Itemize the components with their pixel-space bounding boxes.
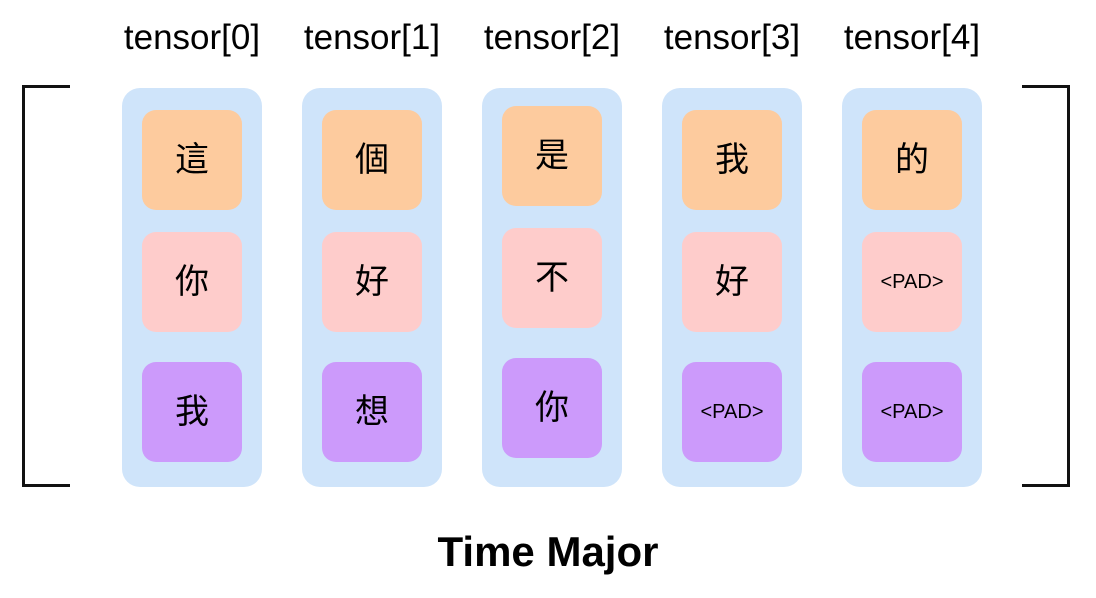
tensor-column-2: 是 不 你	[482, 88, 622, 487]
token-text: 這	[175, 140, 209, 180]
token-text: 你	[175, 262, 209, 302]
token-text: 的	[895, 140, 929, 180]
token-cell: 你	[502, 358, 602, 458]
column-label-3: tensor[3]	[663, 18, 801, 57]
token-cell: 個	[322, 110, 422, 210]
tensor-column-3: 我 好 <PAD>	[662, 88, 802, 487]
token-cell: <PAD>	[862, 232, 962, 332]
token-cell: 我	[682, 110, 782, 210]
token-text: 個	[355, 140, 389, 180]
pad-token-text: <PAD>	[880, 401, 944, 423]
token-cell: 想	[322, 362, 422, 462]
pad-token-text: <PAD>	[700, 401, 764, 423]
tensor-column-4: 的 <PAD> <PAD>	[842, 88, 982, 487]
token-cell: 是	[502, 106, 602, 206]
token-text: 是	[535, 136, 569, 176]
pad-token-text: <PAD>	[880, 271, 944, 293]
token-text: 想	[355, 392, 389, 432]
token-text: 不	[535, 258, 569, 298]
token-cell: 這	[142, 110, 242, 210]
time-major-diagram: tensor[0] tensor[1] tensor[2] tensor[3] …	[0, 0, 1096, 598]
left-bracket	[22, 85, 70, 487]
token-cell: <PAD>	[682, 362, 782, 462]
column-label-0: tensor[0]	[123, 18, 261, 57]
column-label-2: tensor[2]	[483, 18, 621, 57]
token-text: 好	[715, 262, 749, 302]
token-cell: 我	[142, 362, 242, 462]
token-text: 我	[715, 140, 749, 180]
right-bracket	[1022, 85, 1070, 487]
column-label-1: tensor[1]	[303, 18, 441, 57]
tensor-column-0: 這 你 我	[122, 88, 262, 487]
diagram-caption: Time Major	[437, 528, 659, 575]
token-cell: 的	[862, 110, 962, 210]
token-text: 好	[355, 262, 389, 302]
token-text: 你	[535, 388, 569, 428]
token-cell: <PAD>	[862, 362, 962, 462]
token-text: 我	[175, 392, 209, 432]
token-cell: 好	[682, 232, 782, 332]
token-cell: 好	[322, 232, 422, 332]
tensor-column-1: 個 好 想	[302, 88, 442, 487]
column-label-4: tensor[4]	[843, 18, 981, 57]
token-cell: 你	[142, 232, 242, 332]
token-cell: 不	[502, 228, 602, 328]
